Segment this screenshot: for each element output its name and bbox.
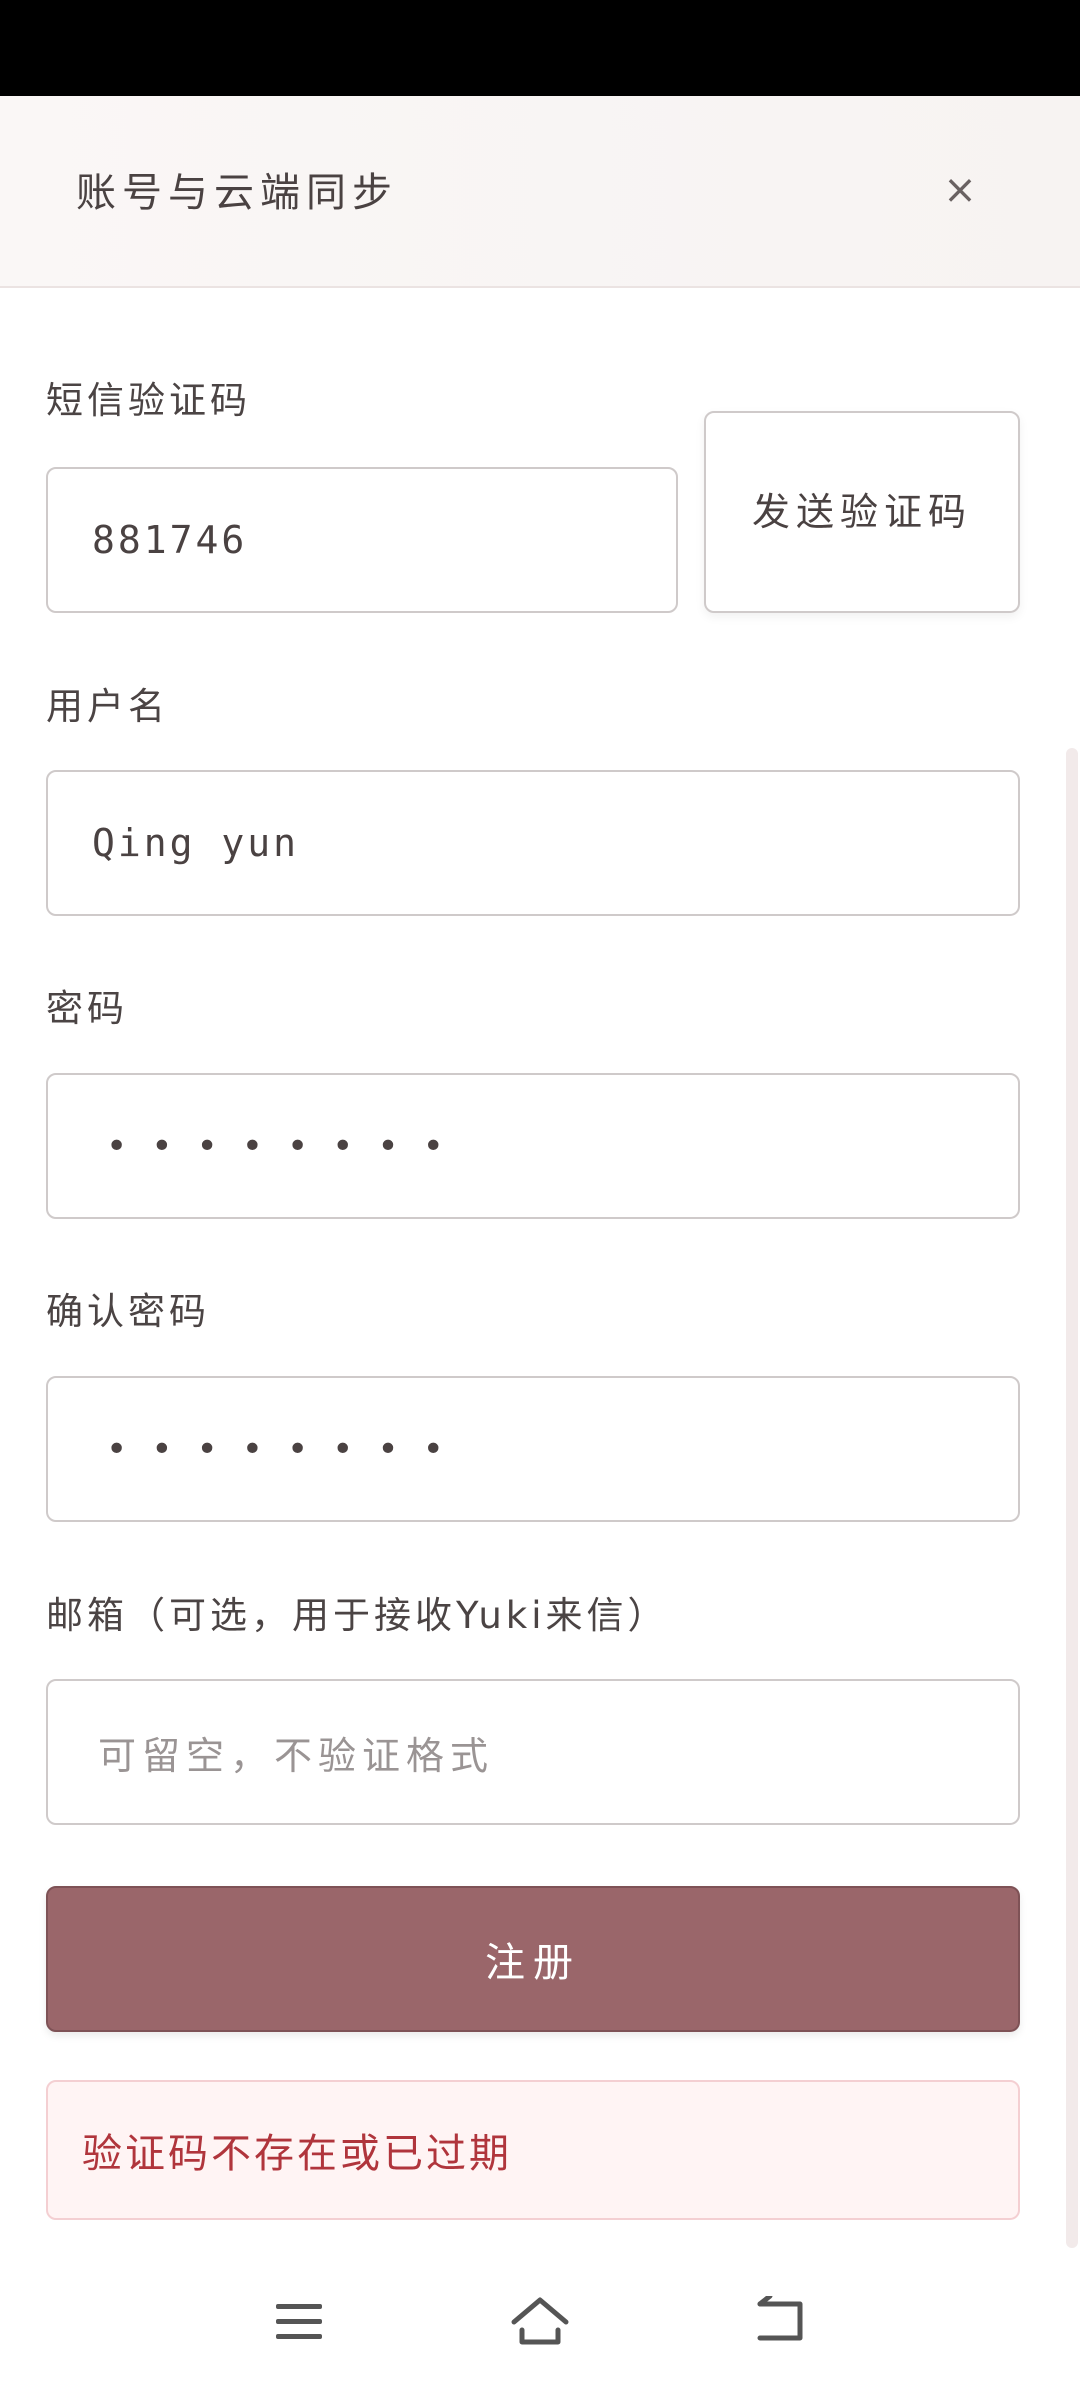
close-icon: × — [943, 167, 977, 213]
register-button[interactable]: 注册 — [46, 1886, 1020, 2032]
dialog-title: 账号与云端同步 — [76, 170, 398, 216]
system-nav-bar — [0, 2260, 1080, 2388]
username-label: 用户名 — [46, 685, 169, 728]
home-button[interactable] — [500, 2282, 580, 2362]
confirm-password-input[interactable]: •••••••• — [46, 1376, 1020, 1522]
sms-code-label: 短信验证码 — [46, 379, 251, 422]
sms-code-input[interactable]: 881746 — [46, 467, 678, 613]
username-value: Qing yun — [92, 821, 300, 865]
close-button[interactable]: × — [930, 160, 990, 220]
error-message: 验证码不存在或已过期 — [46, 2080, 1020, 2220]
password-label: 密码 — [46, 987, 128, 1030]
confirm-password-label: 确认密码 — [46, 1290, 210, 1333]
error-text: 验证码不存在或已过期 — [82, 2131, 512, 2177]
email-label: 邮箱（可选，用于接收Yuki来信） — [46, 1594, 669, 1637]
status-bar — [0, 0, 1080, 96]
email-input[interactable]: 可留空，不验证格式 — [46, 1679, 1020, 1825]
password-value: •••••••• — [106, 1125, 468, 1167]
dialog-header: 账号与云端同步 × — [0, 96, 1080, 288]
home-icon — [511, 2297, 569, 2345]
scrollbar[interactable] — [1066, 748, 1078, 2248]
send-code-label: 发送验证码 — [751, 490, 972, 534]
back-icon — [757, 2296, 803, 2341]
sms-code-value: 881746 — [92, 518, 248, 562]
password-input[interactable]: •••••••• — [46, 1073, 1020, 1219]
username-input[interactable]: Qing yun — [46, 770, 1020, 916]
menu-icon — [276, 2304, 322, 2339]
register-label: 注册 — [485, 1940, 581, 1986]
menu-button[interactable] — [260, 2282, 340, 2362]
send-code-button[interactable]: 发送验证码 — [704, 411, 1020, 613]
confirm-password-value: •••••••• — [106, 1428, 468, 1470]
back-button[interactable] — [740, 2282, 820, 2362]
email-placeholder: 可留空，不验证格式 — [98, 1733, 495, 1778]
